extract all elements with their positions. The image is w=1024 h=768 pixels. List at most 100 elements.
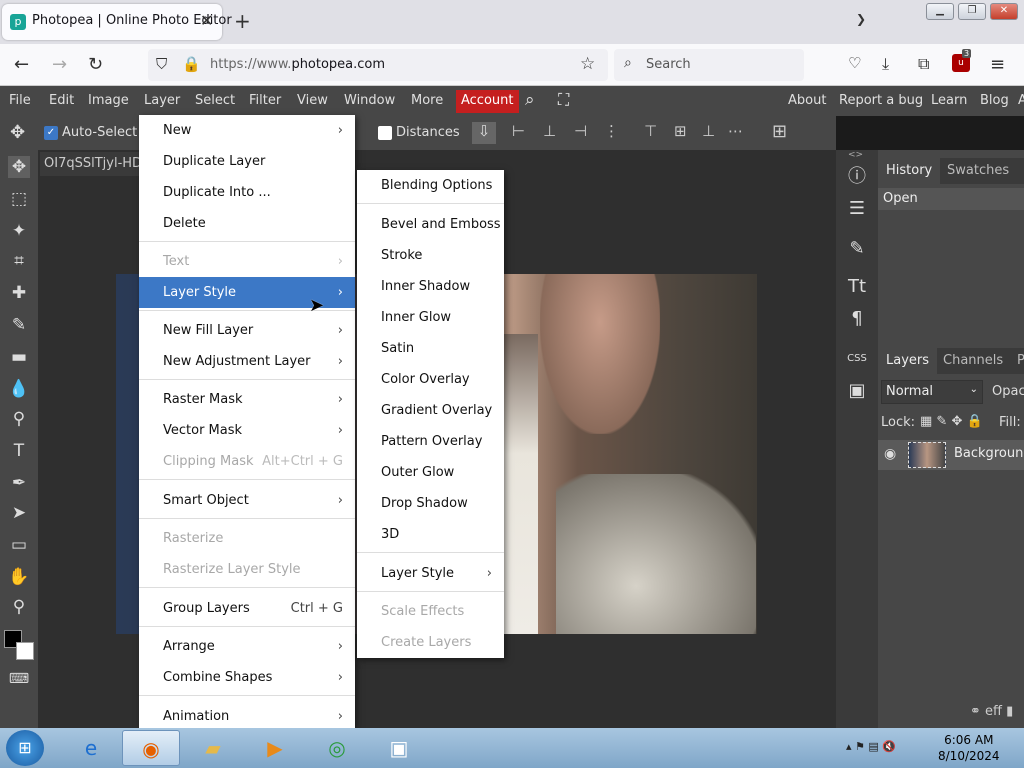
auto-select-checkbox[interactable]: ✓ (44, 126, 58, 140)
grid-icon[interactable]: ⊞ (772, 121, 787, 142)
character-icon[interactable]: Tt (844, 274, 870, 300)
internet-explorer-icon[interactable]: e (62, 730, 120, 766)
media-player-icon[interactable]: ▶ (246, 730, 304, 766)
align-middle-icon[interactable]: ⊞ (674, 122, 687, 140)
menu-item-new[interactable]: New › (139, 115, 355, 146)
menu-item-duplicate-layer[interactable]: Duplicate Layer (139, 146, 355, 177)
menu-overflow[interactable]: A (1018, 93, 1024, 108)
shape-tool-icon[interactable]: ▭ (8, 534, 30, 556)
menu-filter[interactable]: Filter (249, 93, 281, 108)
minimize-button[interactable]: ▁ (926, 3, 954, 20)
distribute-icon[interactable]: ⋯ (728, 122, 743, 140)
firefox-icon[interactable]: ◉ (122, 730, 180, 766)
clock[interactable]: 6:06 AM 8/10/2024 (938, 732, 1000, 764)
download-icon[interactable]: ⤓ (882, 54, 889, 74)
back-arrow-icon[interactable]: ← (14, 54, 29, 75)
tab-paths[interactable]: P (1017, 353, 1024, 368)
menu-window[interactable]: Window (344, 93, 395, 108)
menu-select[interactable]: Select (195, 93, 235, 108)
menu-item-delete[interactable]: Delete (139, 208, 355, 239)
submenu-item-blending-options[interactable]: Blending Options (357, 170, 504, 201)
search-input[interactable]: Search (646, 57, 691, 72)
submenu-item-outer-glow[interactable]: Outer Glow (357, 457, 504, 488)
document-tab[interactable]: OI7qSSlTjyl-HD (40, 152, 150, 176)
menu-about[interactable]: About (788, 93, 826, 108)
shield-icon[interactable]: ⛉ (156, 55, 167, 73)
move-tool-icon[interactable]: ✥ (8, 156, 30, 178)
forward-arrow-icon[interactable]: → (52, 54, 67, 75)
crop-tool-icon[interactable]: ⌗ (8, 250, 30, 272)
file-explorer-icon[interactable]: ▰ (184, 730, 242, 766)
reload-icon[interactable]: ↻ (88, 54, 103, 75)
hamburger-menu-icon[interactable]: ≡ (990, 54, 1005, 75)
hand-tool-icon[interactable]: ✋ (8, 566, 30, 588)
menu-image[interactable]: Image (88, 93, 129, 108)
tab-channels[interactable]: Channels (943, 353, 1003, 368)
image-icon[interactable]: ▣ (844, 378, 870, 404)
terminal-icon[interactable]: ▣ (370, 730, 428, 766)
brush-tool-icon[interactable]: ✎ (8, 314, 30, 336)
align-left-icon[interactable]: ⊢ (512, 122, 525, 140)
lock-icon[interactable]: 🔒 (182, 55, 201, 73)
align-right-icon[interactable]: ⊣ (574, 122, 587, 140)
window-close-button[interactable]: ✕ (990, 3, 1018, 20)
new-tab-button[interactable]: + (234, 9, 251, 33)
healing-tool-icon[interactable]: ✚ (8, 282, 30, 304)
chrome-icon[interactable]: ◎ (308, 730, 366, 766)
layer-name[interactable]: Background (954, 446, 1024, 461)
submenu-item-satin[interactable]: Satin (357, 333, 504, 364)
submenu-item-drop-shadow[interactable]: Drop Shadow (357, 488, 504, 519)
search-bar[interactable]: ⌕ Search (614, 49, 804, 81)
collapse-icon[interactable]: <> (848, 150, 863, 160)
tab-history[interactable]: History (878, 158, 941, 184)
url-bar[interactable]: ⛉ 🔒 https://www.photopea.com ☆ (148, 49, 608, 81)
lock-icons[interactable]: ▦ ✎ ✥ 🔒 (920, 414, 983, 429)
path-select-icon[interactable]: ➤ (8, 502, 30, 524)
menu-item-vector-mask[interactable]: Vector Mask › (139, 415, 355, 446)
css-icon[interactable]: CSS (844, 346, 870, 372)
info-icon[interactable]: ⓘ (844, 164, 870, 190)
gradient-tool-icon[interactable]: ▬ (8, 346, 30, 368)
distances-checkbox[interactable] (378, 126, 392, 140)
dodge-tool-icon[interactable]: ⚲ (8, 408, 30, 430)
tab-swatches[interactable]: Swatches (947, 163, 1009, 178)
align-bottom-icon[interactable]: ⊥ (702, 122, 715, 140)
menu-report-bug[interactable]: Report a bug (839, 93, 923, 108)
search-icon[interactable]: ⌕ (525, 90, 535, 110)
paragraph-icon[interactable]: ¶ (844, 306, 870, 332)
menu-item-raster-mask[interactable]: Raster Mask › (139, 384, 355, 415)
menu-item-group-layers[interactable]: Group Layers Ctrl + G (139, 593, 355, 624)
tab-layers[interactable]: Layers (878, 348, 938, 374)
menu-learn[interactable]: Learn (931, 93, 967, 108)
menu-layer[interactable]: Layer (144, 93, 180, 108)
menu-item-duplicate-into[interactable]: Duplicate Into ... (139, 177, 355, 208)
adjustments-icon[interactable]: ☰ (844, 196, 870, 222)
menu-file[interactable]: File (9, 93, 31, 108)
submenu-item-inner-shadow[interactable]: Inner Shadow (357, 271, 504, 302)
extensions-icon[interactable]: ⧉ (918, 54, 929, 74)
menu-item-new-adjustment-layer[interactable]: New Adjustment Layer › (139, 346, 355, 377)
menu-item-smart-object[interactable]: Smart Object › (139, 485, 355, 516)
pocket-icon[interactable]: ♡ (848, 54, 861, 72)
submenu-item-inner-glow[interactable]: Inner Glow (357, 302, 504, 333)
menu-item-arrange[interactable]: Arrange › (139, 631, 355, 662)
text-tool-icon[interactable]: T (8, 440, 30, 462)
blend-mode-select[interactable]: Normal ⌄ (881, 380, 983, 404)
keyboard-icon[interactable]: ⌨ (8, 668, 30, 690)
menu-more[interactable]: More (411, 93, 443, 108)
zoom-tool-icon[interactable]: ⚲ (8, 596, 30, 618)
eye-icon[interactable]: ◉ (884, 446, 896, 462)
layer-row[interactable]: ◉ Background (878, 440, 1024, 470)
history-item[interactable]: Open (878, 188, 1024, 210)
brush-settings-icon[interactable]: ✎ (844, 236, 870, 262)
submenu-item-layer-style[interactable]: Layer Style › (357, 558, 504, 589)
submenu-item-pattern-overlay[interactable]: Pattern Overlay (357, 426, 504, 457)
marquee-tool-icon[interactable]: ⬚ (8, 188, 30, 210)
pen-tool-icon[interactable]: ✒ (8, 472, 30, 494)
magic-wand-icon[interactable]: ✦ (8, 220, 30, 242)
menu-view[interactable]: View (297, 93, 328, 108)
layer-footer-icons[interactable]: ⚭ eff ▮ (970, 704, 1013, 719)
tray-icons[interactable]: ▴ ⚑ ▤ 🔇 (846, 740, 896, 753)
submenu-item-stroke[interactable]: Stroke (357, 240, 504, 271)
blur-tool-icon[interactable]: 💧 (8, 378, 30, 400)
